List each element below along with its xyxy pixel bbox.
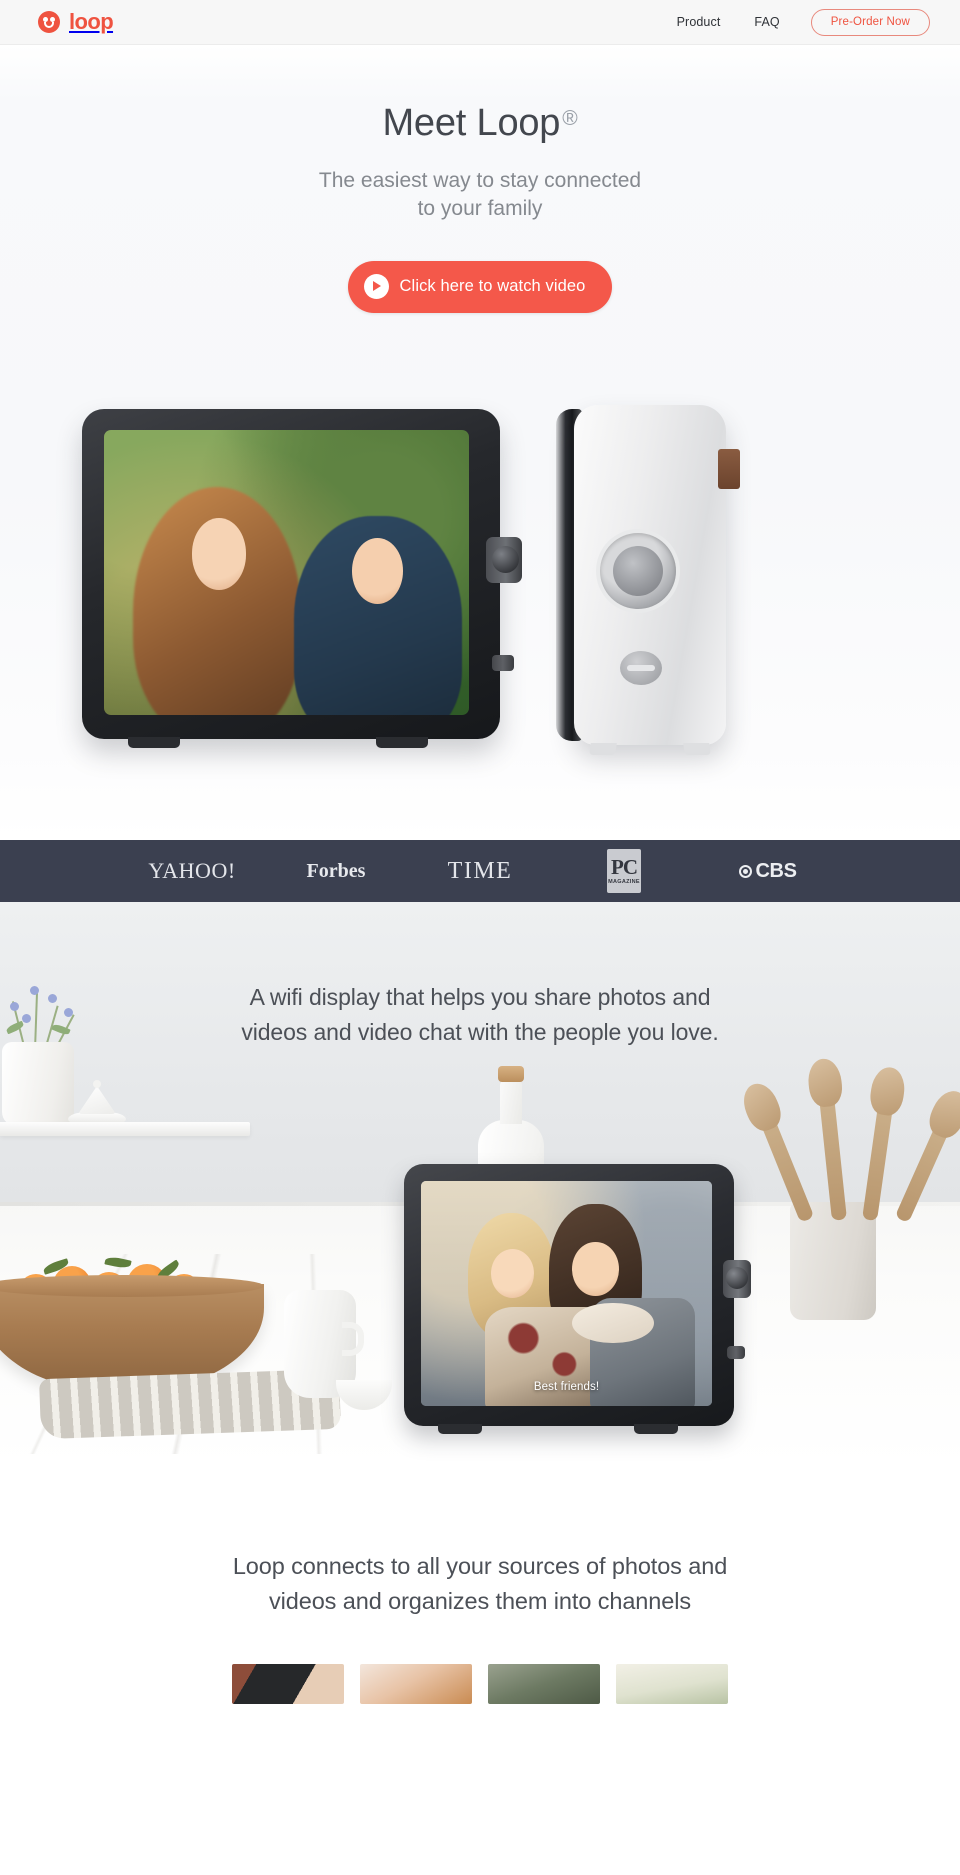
channels-headline-line1: Loop connects to all your sources of pho… <box>232 1553 728 1579</box>
device-small-knob <box>492 655 514 671</box>
nav-item-faq[interactable]: FAQ <box>737 15 796 29</box>
nav-item-product[interactable]: Product <box>660 15 738 29</box>
logo-link[interactable]: loop <box>38 9 114 34</box>
thumbnail-landscape[interactable] <box>616 1663 728 1704</box>
registered-trademark-icon: ® <box>562 107 578 130</box>
loop-device-rear <box>556 405 740 755</box>
device-dial-knob <box>486 537 522 583</box>
thumbnail-woman-brick-wall[interactable] <box>232 1663 344 1704</box>
flower-vase <box>2 1042 74 1126</box>
hero-section: Meet Loop® The easiest way to stay conne… <box>0 45 960 840</box>
press-logo-bar: YAHOO! Forbes TIME PC MAGAZINE CBS <box>0 840 960 902</box>
wall-shelf <box>0 1122 250 1136</box>
page-title: Meet Loop® <box>0 102 960 145</box>
features-headline-line2: videos and video chat with the people yo… <box>241 1018 719 1045</box>
play-icon <box>363 273 389 299</box>
logo-wordmark: loop <box>69 9 114 34</box>
hero-product-image <box>0 397 960 797</box>
cbs-eye-icon <box>739 864 753 878</box>
time-logo: TIME <box>447 857 513 884</box>
hero-subtitle: The easiest way to stay connected to you… <box>0 167 960 223</box>
pc-magazine-wordmark: MAGAZINE <box>608 878 640 885</box>
loop-device-kitchen: Best friends! <box>404 1164 751 1434</box>
rear-small-knob <box>620 651 662 685</box>
hero-title-text: Meet Loop <box>382 102 561 144</box>
leather-strap <box>718 449 740 489</box>
channels-headline: Loop connects to all your sources of pho… <box>0 1549 960 1620</box>
watch-video-button[interactable]: Click here to watch video <box>347 260 613 313</box>
photo-caption: Best friends! <box>533 1380 600 1393</box>
device-screen-video-call: Best friends! <box>421 1181 712 1406</box>
pre-order-button[interactable]: Pre-Order Now <box>810 8 930 36</box>
primary-nav: Product FAQ Pre-Order Now <box>660 8 930 36</box>
hero-subtitle-line1: The easiest way to stay connected <box>318 168 642 192</box>
channels-section: Loop connects to all your sources of pho… <box>0 1467 960 1704</box>
rear-dial-knob <box>600 533 676 609</box>
device-screen-photo <box>104 430 469 715</box>
pc-magazine-initials: PC <box>611 854 638 879</box>
landing-page: loop Product FAQ Pre-Order Now Meet Loop… <box>0 0 960 1704</box>
forbes-logo: Forbes <box>306 859 366 882</box>
yahoo-logo: YAHOO! <box>148 858 236 883</box>
cbs-logo: CBS <box>696 860 840 883</box>
kitchen-device-small-knob <box>727 1346 745 1359</box>
watch-video-label: Click here to watch video <box>399 276 586 295</box>
wooden-utensils <box>758 1070 960 1224</box>
features-headline-line1: A wifi display that helps you share phot… <box>249 984 711 1010</box>
channel-thumbnail-row <box>0 1663 960 1704</box>
features-headline: A wifi display that helps you share phot… <box>0 980 960 1050</box>
hero-subtitle-line2: to your family <box>417 196 543 220</box>
ceramic-lidded-dish <box>68 1080 126 1126</box>
thumbnail-vintage-car[interactable] <box>488 1663 600 1704</box>
site-header: loop Product FAQ Pre-Order Now <box>0 0 960 45</box>
loop-smiley-icon <box>38 11 60 33</box>
loop-device-front <box>82 409 522 748</box>
thumbnail-child-hat[interactable] <box>360 1663 472 1704</box>
pc-magazine-logo: PC MAGAZINE <box>552 849 696 893</box>
kitchen-device-dial-knob <box>723 1260 751 1298</box>
features-section: A wifi display that helps you share phot… <box>0 902 960 1467</box>
channels-headline-line2: videos and organizes them into channels <box>269 1588 691 1615</box>
